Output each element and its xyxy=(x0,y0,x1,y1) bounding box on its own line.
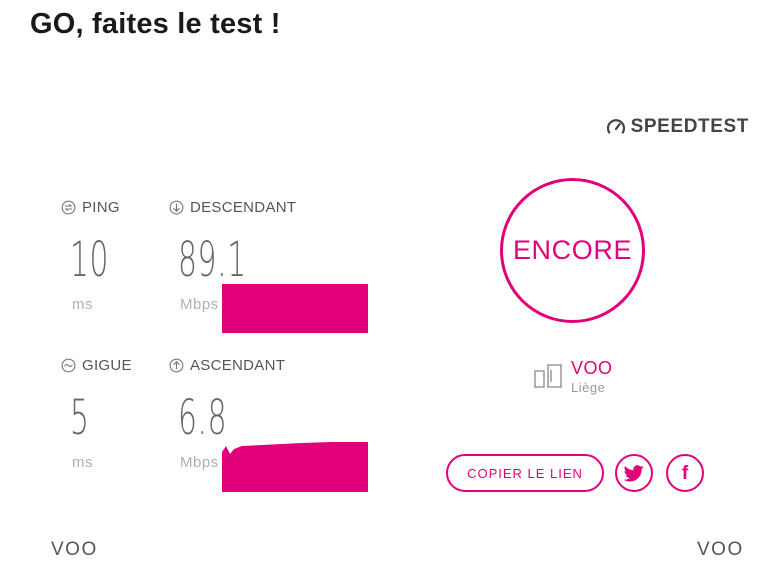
server-icon xyxy=(534,364,562,388)
jitter-value: 5 xyxy=(70,390,90,446)
upload-label: ASCENDANT xyxy=(190,357,286,374)
ping-label: PING xyxy=(82,199,120,216)
download-label-row: DESCENDANT xyxy=(169,199,296,216)
twitter-icon xyxy=(624,464,644,481)
jitter-icon xyxy=(61,358,76,373)
footer-provider-right: VOO xyxy=(697,539,744,560)
download-arrow-icon xyxy=(169,200,184,215)
download-value: 89.1 xyxy=(178,232,247,288)
ping-unit: ms xyxy=(72,296,93,313)
ping-icon xyxy=(61,200,76,215)
upload-unit: Mbps xyxy=(180,454,219,471)
jitter-label-row: GIGUE xyxy=(61,357,132,374)
ping-value: 10 xyxy=(70,232,110,288)
upload-value: 6.8 xyxy=(178,390,228,446)
page-title: GO, faites le test ! xyxy=(30,8,281,40)
upload-arrow-icon xyxy=(169,358,184,373)
speedtest-brand: SPEEDTEST xyxy=(606,116,749,138)
server-location: Liège xyxy=(571,380,606,395)
ping-label-row: PING xyxy=(61,199,120,216)
upload-bar xyxy=(222,442,368,492)
retry-button[interactable]: ENCORE xyxy=(500,178,645,323)
speedometer-icon xyxy=(606,119,625,134)
facebook-icon: f xyxy=(681,462,689,484)
download-bar xyxy=(222,284,368,333)
jitter-label: GIGUE xyxy=(82,357,132,374)
upload-label-row: ASCENDANT xyxy=(169,357,285,374)
twitter-share-button[interactable] xyxy=(615,454,653,492)
download-unit: Mbps xyxy=(180,296,219,313)
download-label: DESCENDANT xyxy=(190,199,297,216)
footer-provider-left: VOO xyxy=(51,539,98,560)
facebook-share-button[interactable]: f xyxy=(666,454,704,492)
server-provider[interactable]: VOO xyxy=(571,358,613,379)
speedtest-brand-label: SPEEDTEST xyxy=(630,116,749,137)
jitter-unit: ms xyxy=(72,454,93,471)
copy-link-button[interactable]: COPIER LE LIEN xyxy=(446,454,604,492)
